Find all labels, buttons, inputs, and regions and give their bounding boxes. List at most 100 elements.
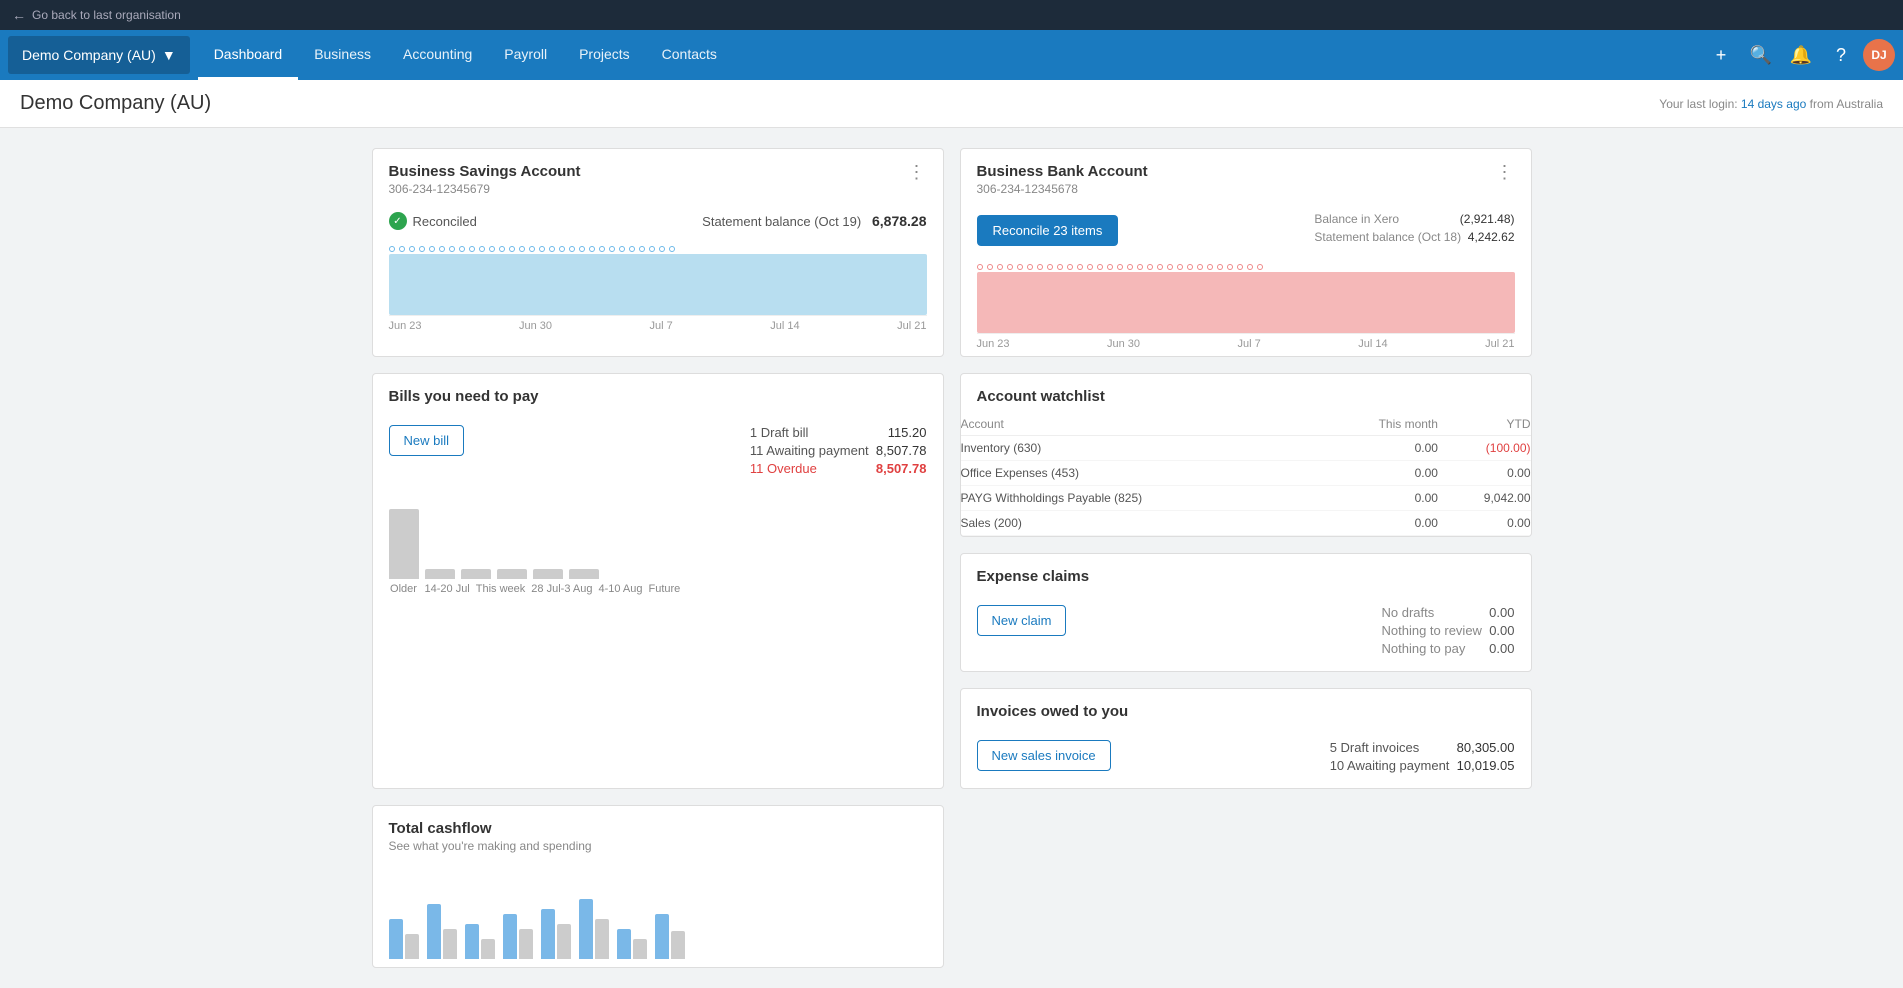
new-claim-button[interactable]: New claim <box>977 605 1067 636</box>
savings-chart-dots <box>389 246 927 252</box>
chart-dot <box>449 246 455 252</box>
expense-pay-amount: 0.00 <box>1489 641 1514 656</box>
bank-menu-icon[interactable]: ⋮ <box>1496 163 1515 181</box>
invoices-header: New sales invoice 5 Draft invoices 80,30… <box>977 740 1515 776</box>
top-bar[interactable]: ← Go back to last organisation <box>0 0 1903 30</box>
watchlist-header-row: Account This month YTD <box>961 413 1531 436</box>
chart-dot <box>1237 264 1243 270</box>
cashflow-bar-gray-3 <box>481 939 495 959</box>
help-button[interactable]: ? <box>1823 37 1859 73</box>
chart-dot <box>669 246 675 252</box>
cashflow-bar-group-2 <box>427 904 457 959</box>
chart-dot <box>1097 264 1103 270</box>
chart-dot <box>609 246 615 252</box>
nav-accounting[interactable]: Accounting <box>387 30 488 80</box>
bank-chart-dots <box>977 264 1515 270</box>
savings-balance-info: Statement balance (Oct 19) 6,878.28 <box>702 213 926 229</box>
check-circle-icon: ✓ <box>389 212 407 230</box>
bank-chart-labels: Jun 23 Jun 30 Jul 7 Jul 14 Jul 21 <box>977 334 1515 350</box>
cashflow-bar-group-3 <box>465 924 495 959</box>
nav-contacts[interactable]: Contacts <box>646 30 733 80</box>
bills-bar-labels: Older 14-20 Jul This week 28 Jul-3 Aug 4… <box>389 583 927 595</box>
savings-statement-amount: 6,878.28 <box>872 213 927 229</box>
savings-reconcile-row: ✓ Reconciled Statement balance (Oct 19) … <box>373 204 943 238</box>
expense-review-row: Nothing to review 0.00 <box>1382 623 1515 638</box>
add-button[interactable]: + <box>1703 37 1739 73</box>
savings-chart-fill <box>389 254 927 315</box>
cashflow-bar-blue-5 <box>541 909 555 959</box>
cashflow-chart <box>389 869 927 959</box>
chart-dot <box>1127 264 1133 270</box>
watchlist-ytd-3: 0.00 <box>1438 511 1531 536</box>
expense-content: New claim No drafts 0.00 Nothing to revi… <box>961 593 1531 671</box>
bank-statement-amount: 4,242.62 <box>1468 230 1515 244</box>
watchlist-row-3: Sales (200) 0.00 0.00 <box>961 511 1531 536</box>
watchlist-thismonth-0: 0.00 <box>1320 436 1438 461</box>
savings-card-header: Business Savings Account 306-234-1234567… <box>373 149 943 204</box>
search-button[interactable]: 🔍 <box>1743 37 1779 73</box>
chart-dot <box>599 246 605 252</box>
savings-menu-icon[interactable]: ⋮ <box>908 163 927 181</box>
nav-right-actions: + 🔍 🔔 ? DJ <box>1703 30 1895 80</box>
invoice-draft-label: 5 Draft invoices <box>1330 740 1420 755</box>
bills-bar-chart: Older 14-20 Jul This week 28 Jul-3 Aug 4… <box>373 491 943 599</box>
cashflow-bar-blue-1 <box>389 919 403 959</box>
nav-business[interactable]: Business <box>298 30 387 80</box>
chart-dot <box>499 246 505 252</box>
invoices-title: Invoices owed to you <box>977 703 1129 720</box>
bills-header: New bill 1 Draft bill 115.20 11 Awaiting… <box>389 425 927 479</box>
chart-dot <box>659 246 665 252</box>
watchlist-thismonth-1: 0.00 <box>1320 461 1438 486</box>
nav-dashboard[interactable]: Dashboard <box>198 30 299 80</box>
nav-items: Dashboard Business Accounting Payroll Pr… <box>198 30 1703 80</box>
chart-label: Jul 21 <box>1485 338 1514 350</box>
chart-dot <box>399 246 405 252</box>
user-avatar[interactable]: DJ <box>1863 39 1895 71</box>
right-column: Account watchlist Account This month YTD… <box>960 373 1532 789</box>
cashflow-bar-group-5 <box>541 909 571 959</box>
cashflow-bar-blue-2 <box>427 904 441 959</box>
bar-410 <box>533 569 563 579</box>
page-header: Demo Company (AU) Your last login: 14 da… <box>0 80 1903 128</box>
savings-chart-labels: Jun 23 Jun 30 Jul 7 Jul 14 Jul 21 <box>389 316 927 332</box>
chart-dot <box>1017 264 1023 270</box>
chart-dot <box>519 246 525 252</box>
chart-dot <box>1167 264 1173 270</box>
bank-statement-label: Statement balance (Oct 18) <box>1314 230 1461 244</box>
chart-dot <box>479 246 485 252</box>
chart-label: Jul 7 <box>1238 338 1261 350</box>
bank-title: Business Bank Account <box>977 163 1148 180</box>
col-ytd: YTD <box>1438 413 1531 436</box>
new-bill-button[interactable]: New bill <box>389 425 465 456</box>
chart-label: Jul 14 <box>770 320 799 332</box>
chart-dot <box>1027 264 1033 270</box>
chart-dot <box>1247 264 1253 270</box>
bank-account-card: Business Bank Account 306-234-12345678 ⋮… <box>960 148 1532 357</box>
invoices-card-header: Invoices owed to you <box>961 689 1531 728</box>
cashflow-bar-blue-4 <box>503 914 517 959</box>
chart-dot <box>569 246 575 252</box>
reconcile-status-label: Reconciled <box>413 214 477 229</box>
new-sales-invoice-button[interactable]: New sales invoice <box>977 740 1111 771</box>
nav-projects[interactable]: Projects <box>563 30 646 80</box>
chart-dot <box>629 246 635 252</box>
nav-payroll[interactable]: Payroll <box>488 30 563 80</box>
chart-label: Jun 30 <box>1107 338 1140 350</box>
bar-label-2831: 28 Jul-3 Aug <box>531 583 592 595</box>
company-switcher[interactable]: Demo Company (AU) ▼ <box>8 36 190 74</box>
watchlist-account-3: Sales (200) <box>961 511 1321 536</box>
reconcile-button[interactable]: Reconcile 23 items <box>977 215 1119 246</box>
bar-1420 <box>425 569 455 579</box>
cashflow-subtitle: See what you're making and spending <box>389 839 592 853</box>
notifications-button[interactable]: 🔔 <box>1783 37 1819 73</box>
bar-2831 <box>497 569 527 579</box>
bar-label-older: Older <box>389 583 419 595</box>
cashflow-header: Total cashflow See what you're making an… <box>373 806 943 861</box>
chart-dot <box>589 246 595 252</box>
nav-bar: Demo Company (AU) ▼ Dashboard Business A… <box>0 30 1903 80</box>
expense-drafts-label: No drafts <box>1382 605 1435 620</box>
chart-dot <box>429 246 435 252</box>
last-login-link[interactable]: 14 days ago <box>1741 97 1806 111</box>
chart-dot <box>1227 264 1233 270</box>
chart-dot <box>1107 264 1113 270</box>
